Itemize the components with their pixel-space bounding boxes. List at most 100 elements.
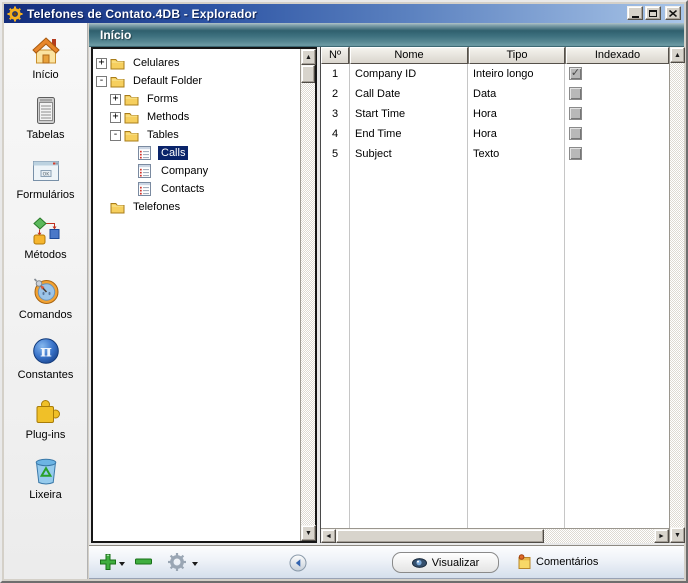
comentarios-button[interactable]: Comentários [517,554,598,570]
folder-icon [124,92,140,106]
tree-item-forms[interactable]: +Forms [93,90,299,108]
dropdown-arrow-icon [192,562,198,569]
settings-menu-button[interactable] [167,552,198,572]
collapse-icon[interactable]: - [96,76,107,87]
tree-item-label: Default Folder [130,74,205,88]
table-body: 1Company IDInteiro longo✓2Call DateData3… [321,64,669,528]
tree-item-label: Tables [144,128,182,142]
scroll-up-icon[interactable]: ▲ [301,49,316,65]
sidebar-item-plugins[interactable]: Plug-ins [4,394,87,441]
tree-item-label: Celulares [130,56,182,70]
tree-item-celulares[interactable]: + Celulares [93,54,299,72]
scrollbar-thumb[interactable] [336,529,544,543]
sidebar: Início Tabelas [4,23,88,579]
table-cell [563,124,669,144]
table-row[interactable]: 2Call DateData [321,84,669,104]
collapse-panel-button[interactable] [289,554,307,572]
visualizar-label: Visualizar [432,557,480,569]
table-cell: Inteiro longo [467,64,563,84]
sidebar-item-metodos[interactable]: Métodos [4,214,87,261]
scroll-down-icon[interactable]: ▼ [301,525,316,541]
note-icon [517,554,532,570]
tree-item-label: Telefones [130,200,183,214]
table-doc-icon [138,164,154,178]
column-header-indexado[interactable]: Indexado [566,47,669,64]
tree-vertical-scrollbar[interactable]: ▲ ▼ [300,49,315,541]
table-cell: Data [467,84,563,104]
sidebar-item-label: Métodos [24,249,66,261]
table-cell [563,84,669,104]
remove-button[interactable] [135,558,152,566]
indexed-checkbox[interactable] [569,107,582,120]
table-cell: Subject [349,144,467,164]
table-doc-icon [138,146,154,160]
table-cell: Call Date [349,84,467,104]
folder-icon [110,56,126,70]
table-row[interactable]: 1Company IDInteiro longo✓ [321,64,669,84]
tree-item-calls[interactable]: Calls [93,144,299,162]
tree-item-label: Methods [144,110,192,124]
sidebar-item-label: Tabelas [27,129,65,141]
scroll-left-icon[interactable]: ◄ [321,529,336,543]
column-header-tipo[interactable]: Tipo [469,47,565,64]
column-header-nome[interactable]: Nome [350,47,468,64]
collapse-icon[interactable]: - [110,130,121,141]
indexed-checkbox[interactable] [569,87,582,100]
scrollbar-track[interactable] [301,83,315,525]
remove-icon [135,558,152,566]
scrollbar-track[interactable] [544,529,654,543]
folder-icon [110,200,126,214]
indexed-checkbox[interactable] [569,127,582,140]
close-button[interactable] [665,6,681,20]
tree-item-label: Calls [158,146,188,160]
methods-icon [31,214,61,247]
add-button[interactable] [99,553,125,571]
scroll-down-icon[interactable]: ▼ [670,527,685,543]
indexed-checkbox[interactable] [569,147,582,160]
scrollbar-track[interactable] [670,63,684,527]
comentarios-label: Comentários [536,556,598,568]
table-row[interactable]: 4End TimeHora [321,124,669,144]
column-header-num[interactable]: Nº [321,47,349,64]
scrollbar-thumb[interactable] [301,65,315,83]
table-cell: 5 [321,144,349,164]
table-horizontal-scrollbar[interactable]: ◄ ► [321,528,669,543]
folder-icon [110,74,126,88]
tree-item-company[interactable]: Company [93,162,299,180]
folder-icon [124,110,140,124]
scroll-up-icon[interactable]: ▲ [670,47,685,63]
sidebar-item-label: Formulários [16,189,74,201]
maximize-button[interactable] [645,6,661,20]
section-header: Início [89,23,684,47]
table-cell [563,144,669,164]
table-row[interactable]: 3Start TimeHora [321,104,669,124]
table-vertical-scrollbar[interactable]: ▲ ▼ [669,47,684,543]
title-bar[interactable]: Telefones de Contato.4DB - Explorador [4,4,684,23]
forms-icon: OK [30,154,62,187]
tree-item-methods[interactable]: + Methods [93,108,299,126]
sidebar-item-constantes[interactable]: π Constantes [4,334,87,381]
scroll-right-icon[interactable]: ► [654,529,669,543]
dropdown-arrow-icon [119,562,125,569]
expand-icon[interactable]: + [110,112,121,123]
sidebar-item-lixeira[interactable]: Lixeira [4,454,87,501]
visualizar-button[interactable]: Visualizar [392,552,499,573]
sidebar-item-comandos[interactable]: Comandos [4,274,87,321]
sidebar-item-tabelas[interactable]: Tabelas [4,94,87,141]
svg-text:π: π [40,341,52,360]
sidebar-item-formularios[interactable]: OK Formulários [4,154,87,201]
minimize-button[interactable] [627,6,643,20]
tree-item-telefones[interactable]: Telefones [93,198,299,216]
tree-item-contacts[interactable]: Contacts [93,180,299,198]
trash-icon [32,454,60,487]
table-row[interactable]: 5SubjectTexto [321,144,669,164]
app-gear-icon [7,6,23,22]
expand-icon[interactable]: + [110,94,121,105]
tree-item-tables[interactable]: - Tables [93,126,299,144]
indexed-checkbox[interactable]: ✓ [569,67,582,80]
close-icon [669,10,677,17]
sidebar-item-inicio[interactable]: Início [4,34,87,81]
add-icon [99,553,117,571]
expand-icon[interactable]: + [96,58,107,69]
tree-item-default-folder[interactable]: - Default Folder [93,72,299,90]
